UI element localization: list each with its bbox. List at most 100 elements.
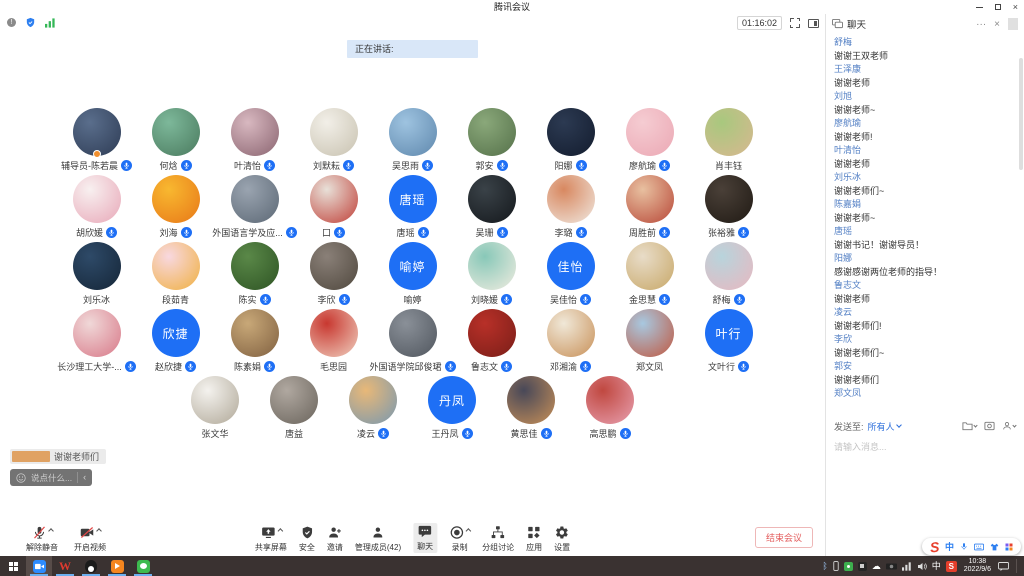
ime-zh-icon[interactable]: 中 [945,540,954,553]
participant-tile[interactable]: 李璐 [531,175,610,242]
participant-tile[interactable]: 毛思园 [294,309,373,376]
more-icon[interactable]: ··· [976,19,986,30]
send-to-select[interactable]: 所有人 [868,420,901,433]
breakout-rooms-button[interactable]: 分组讨论 [482,525,514,553]
participant-tile[interactable]: 凌云 [334,376,413,443]
maximize-icon[interactable] [995,4,1001,10]
participant-tile[interactable]: 张文华 [176,376,255,443]
taskbar-qq-app[interactable] [78,556,104,576]
chat-input[interactable] [834,440,1016,554]
participant-tile[interactable]: 段茹青 [136,242,215,309]
shirt-icon[interactable] [990,543,999,551]
security-button[interactable]: 安全 [299,525,315,553]
participant-tile[interactable]: 刘乐冰 [57,242,136,309]
notification-icon[interactable] [998,562,1009,571]
share-screen-button[interactable]: 共享屏幕 [255,525,287,553]
participant-tile[interactable]: 唐益 [255,376,334,443]
taskbar-video-app[interactable] [104,556,130,576]
close-icon[interactable]: × [1013,3,1018,12]
collapse-icon[interactable]: ‹ [83,473,86,482]
chat-scrollbar[interactable] [1019,58,1023,170]
participant-tile[interactable]: 何焓 [136,108,215,175]
layout-icon[interactable] [808,19,819,28]
participant-tile[interactable]: 口 [294,175,373,242]
tray-green-icon[interactable] [844,562,853,571]
apps-button[interactable]: 应用 [526,525,542,553]
participant-tile[interactable]: 郑文凤 [610,309,689,376]
participant-tile[interactable]: 金思慧 [610,242,689,309]
end-meeting-button[interactable]: 结束会议 [755,527,813,548]
file-transfer-button[interactable] [962,421,977,431]
phone-icon[interactable] [833,561,839,571]
chevron-up-icon[interactable] [465,528,471,534]
record-button[interactable]: 录制 [449,525,470,553]
mention-member-button[interactable] [1002,421,1016,431]
participant-tile[interactable]: 欣捷 赵欣捷 [136,309,215,376]
chat-message-list[interactable]: 舒梅 谢谢王双老师 王泽康 谢谢老师 刘旭 谢谢老师~ 廖航瑜 谢谢老师! 叶清… [826,34,1024,414]
fullscreen-icon[interactable] [790,18,800,28]
chat-button[interactable]: 聊天 [413,523,437,553]
participant-tile[interactable]: 胡欣媛 [57,175,136,242]
participant-tile[interactable]: 刘晓媛 [452,242,531,309]
chevron-up-icon[interactable] [48,528,54,534]
participant-tile[interactable]: 邓湘渝 [531,309,610,376]
participant-tile[interactable]: 唐瑶 唐瑶 [373,175,452,242]
participant-tile[interactable]: 周胜前 [610,175,689,242]
mic-sogou-icon[interactable] [960,542,968,551]
participant-tile[interactable]: 陈素娟 [215,309,294,376]
close-chat-icon[interactable]: × [994,19,1000,30]
minimize-icon[interactable] [976,7,983,8]
participant-tile[interactable]: 郭安 [452,108,531,175]
info-icon[interactable]: ! [7,18,16,27]
participant-tile[interactable]: 喻婷 喻婷 [373,242,452,309]
participant-tile[interactable]: 陈实 [215,242,294,309]
speaker-icon[interactable] [917,562,927,571]
signal-tray-icon[interactable] [902,562,912,571]
ime-indicator[interactable]: 中 [932,561,941,571]
settings-button[interactable]: 设置 [554,525,570,553]
participant-tile[interactable]: 丹凤 王丹凤 [413,376,492,443]
participant-tile[interactable]: 张裕雅 [689,175,768,242]
taskbar-meeting-app[interactable] [26,556,52,576]
participant-tile[interactable]: 阳娜 [531,108,610,175]
participant-tile[interactable]: 吴珊 [452,175,531,242]
participant-tile[interactable]: 舒梅 [689,242,768,309]
participant-tile[interactable]: 辅导员-陈若晨 [57,108,136,175]
keyboard-icon[interactable] [974,543,984,551]
participant-tile[interactable]: 佳怡 吴佳怡 [531,242,610,309]
participant-tile[interactable]: 黄思佳 [492,376,571,443]
show-desktop-button[interactable] [1016,559,1017,573]
sogou-tray-icon[interactable]: S [946,561,957,572]
taskbar-clock[interactable]: 10:382022/9/6 [964,558,991,574]
invite-button[interactable]: 邀请 [327,525,343,553]
bluetooth-icon[interactable]: ᛒ [822,561,827,571]
participant-tile[interactable]: 刘海 [136,175,215,242]
participant-tile[interactable]: 外国语言学及应... [215,175,294,242]
participant-tile[interactable]: 高思鹏 [571,376,650,443]
participant-tile[interactable]: 叶清怡 [215,108,294,175]
participant-tile[interactable]: 刘默耘 [294,108,373,175]
chevron-up-icon[interactable] [96,528,102,534]
participant-tile[interactable]: 廖航瑜 [610,108,689,175]
participant-tile[interactable]: 外国语学院邱俊珺 [373,309,452,376]
start-video-button[interactable]: 开启视频 [74,525,106,553]
network-signal-icon[interactable] [45,18,56,28]
participant-tile[interactable]: 肖丰钰 [689,108,768,175]
security-shield-icon[interactable] [25,17,36,28]
cloud-icon[interactable]: ☁ [872,561,881,571]
emoji-icon[interactable] [16,473,26,483]
unmute-button[interactable]: 解除静音 [26,525,58,553]
manage-members-button[interactable]: 管理成员(42) [355,525,401,553]
start-icon[interactable] [0,556,26,576]
toolbox-grid-icon[interactable] [1005,543,1013,551]
participant-tile[interactable]: 吴思雨 [373,108,452,175]
taskbar-wps-app[interactable]: W [52,556,78,576]
participant-tile[interactable]: 李欣 [294,242,373,309]
panel-handle[interactable] [1008,18,1018,30]
screenshot-icon[interactable] [984,421,995,431]
participant-tile[interactable]: 叶行 文叶行 [689,309,768,376]
quick-chat-input[interactable]: 说点什么... ‹ [10,469,92,486]
tray-dark-icon[interactable] [858,562,867,571]
sogou-logo-icon[interactable]: S [929,539,940,554]
participant-tile[interactable]: 鲁志文 [452,309,531,376]
